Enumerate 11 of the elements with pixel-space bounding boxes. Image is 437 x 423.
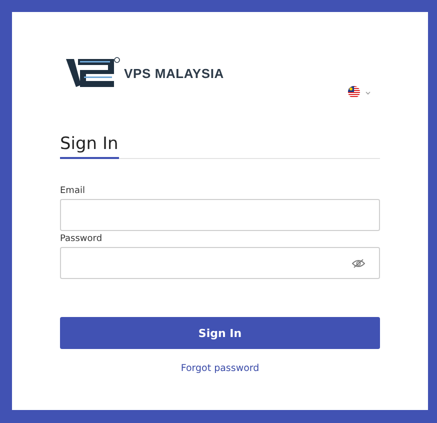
eye-slash-icon[interactable]: [352, 258, 365, 268]
logo-icon: [64, 57, 120, 89]
forgot-password-link[interactable]: Forgot password: [180, 363, 260, 374]
field-label: Password: [60, 234, 104, 244]
brand-name: VPS MALAYSIA: [124, 66, 224, 80]
language-selector-icon[interactable]: [348, 86, 372, 98]
field-label: Email: [60, 186, 86, 196]
email-field[interactable]: [60, 199, 380, 231]
sign-in-tab[interactable]: Sign In: [60, 134, 120, 159]
password-field[interactable]: [60, 247, 380, 279]
sign-in-button[interactable]: Sign In: [60, 317, 380, 349]
